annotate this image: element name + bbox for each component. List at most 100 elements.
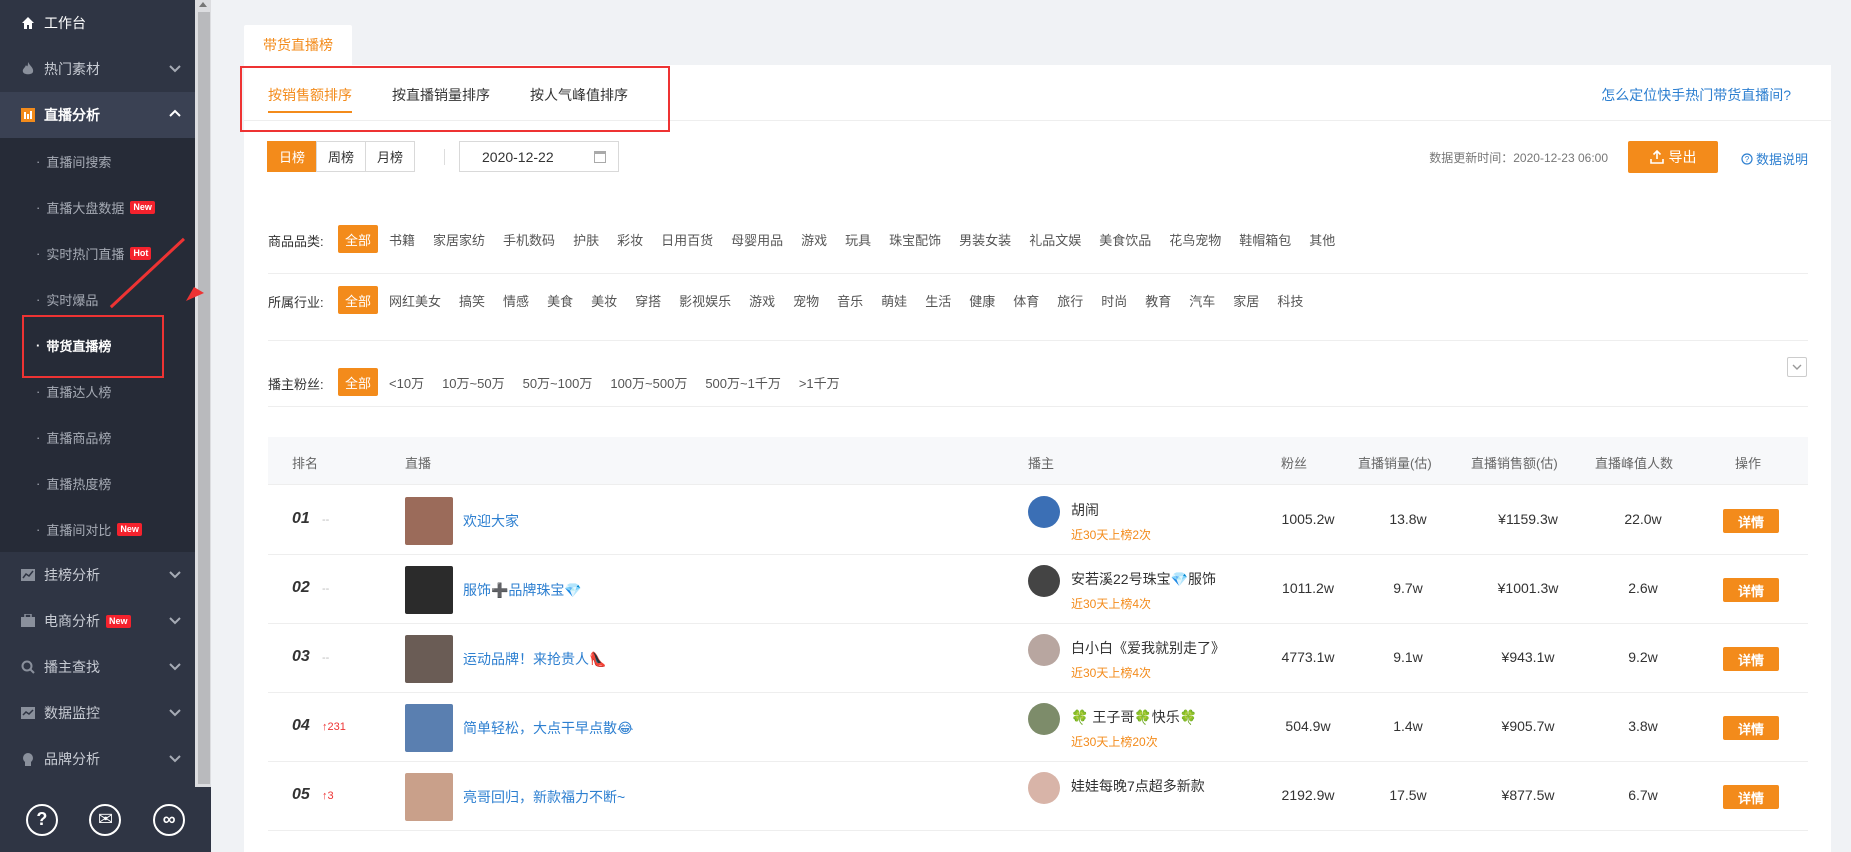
live-thumbnail[interactable] bbox=[405, 704, 453, 752]
filter-option[interactable]: >1千万 bbox=[792, 368, 847, 396]
live-thumbnail[interactable] bbox=[405, 497, 453, 545]
filter-option[interactable]: 旅行 bbox=[1050, 286, 1090, 314]
filter-option[interactable]: 其他 bbox=[1302, 225, 1342, 253]
live-title-link[interactable]: 运动品牌！来抢贵人👠 bbox=[463, 649, 606, 669]
sidebar-item-brand-analysis[interactable]: 品牌分析 bbox=[0, 736, 195, 782]
filter-option[interactable]: 网红美女 bbox=[382, 286, 448, 314]
filter-option[interactable]: 男装女装 bbox=[952, 225, 1018, 253]
filter-option[interactable]: 游戏 bbox=[742, 286, 782, 314]
tab-sales-live-rank[interactable]: 带货直播榜 bbox=[244, 25, 352, 65]
live-title-link[interactable]: 亮哥回归，新款福力不断~ bbox=[463, 787, 625, 807]
anchor-name[interactable]: 安若溪22号珠宝💎服饰 bbox=[1071, 569, 1216, 589]
filter-option[interactable]: 鞋帽箱包 bbox=[1232, 225, 1298, 253]
anchor-name[interactable]: 🍀 王子哥🍀快乐🍀 bbox=[1071, 707, 1197, 727]
filter-option[interactable]: 花鸟宠物 bbox=[1162, 225, 1228, 253]
filter-option[interactable]: 500万~1千万 bbox=[698, 368, 788, 396]
detail-button[interactable]: 详情 bbox=[1723, 578, 1779, 602]
filter-option[interactable]: 时尚 bbox=[1094, 286, 1134, 314]
export-button[interactable]: 导出 bbox=[1628, 141, 1718, 173]
filter-option[interactable]: 手机数码 bbox=[496, 225, 562, 253]
detail-button[interactable]: 详情 bbox=[1723, 716, 1779, 740]
filter-option[interactable]: 母婴用品 bbox=[724, 225, 790, 253]
link-icon[interactable]: ∞ bbox=[153, 803, 186, 836]
sidebar-item-hot-material[interactable]: 热门素材 bbox=[0, 46, 195, 92]
detail-button[interactable]: 详情 bbox=[1723, 509, 1779, 533]
sidebar-item-live-compare[interactable]: · 直播间对比 New bbox=[0, 506, 195, 552]
detail-button[interactable]: 详情 bbox=[1723, 647, 1779, 671]
sidebar-item-live-product-rank[interactable]: · 直播商品榜 bbox=[0, 414, 195, 460]
detail-button[interactable]: 详情 bbox=[1723, 785, 1779, 809]
filter-option[interactable]: <10万 bbox=[382, 368, 431, 396]
period-week-button[interactable]: 周榜 bbox=[316, 141, 367, 172]
sidebar-item-anchor-search[interactable]: 播主查找 bbox=[0, 644, 195, 690]
sidebar-item-live-heat-rank[interactable]: · 直播热度榜 bbox=[0, 460, 195, 506]
avatar[interactable] bbox=[1028, 634, 1060, 666]
filter-option[interactable]: 科技 bbox=[1270, 286, 1310, 314]
filter-option[interactable]: 彩妆 bbox=[610, 225, 650, 253]
period-selector: 日榜 周榜 月榜 bbox=[267, 141, 416, 172]
collapse-toggle[interactable] bbox=[1787, 357, 1807, 377]
filter-option[interactable]: 10万~50万 bbox=[435, 368, 512, 396]
sidebar-item-live-market[interactable]: · 直播大盘数据 New bbox=[0, 184, 195, 230]
filter-option[interactable]: 情感 bbox=[496, 286, 536, 314]
sidebar-item-ecommerce-analysis[interactable]: 电商分析 New bbox=[0, 598, 195, 644]
anchor-name[interactable]: 白小白《爱我就别走了》 bbox=[1071, 638, 1225, 658]
filter-option[interactable]: 搞笑 bbox=[452, 286, 492, 314]
period-month-button[interactable]: 月榜 bbox=[365, 141, 416, 172]
live-title-link[interactable]: 简单轻松，大点干早点散😂 bbox=[463, 718, 633, 738]
filter-option[interactable]: 全部 bbox=[338, 286, 379, 314]
filter-option[interactable]: 萌娃 bbox=[874, 286, 914, 314]
sidebar-item-data-monitor[interactable]: 数据监控 bbox=[0, 690, 195, 736]
date-picker[interactable]: 2020-12-22 bbox=[459, 141, 619, 172]
filter-option[interactable]: 美妆 bbox=[584, 286, 624, 314]
avatar[interactable] bbox=[1028, 565, 1060, 597]
sidebar-item-rank-analysis[interactable]: 挂榜分析 bbox=[0, 552, 195, 598]
filter-option[interactable]: 家居家纺 bbox=[426, 225, 492, 253]
filter-option[interactable]: 影视娱乐 bbox=[672, 286, 738, 314]
filter-option[interactable]: 护肤 bbox=[566, 225, 606, 253]
anchor-name[interactable]: 娃娃每晚7点超多新款 bbox=[1071, 776, 1205, 796]
filter-option[interactable]: 书籍 bbox=[382, 225, 422, 253]
sidebar-scrollbar-thumb[interactable] bbox=[198, 12, 210, 784]
sidebar-item-workbench[interactable]: 工作台 bbox=[0, 0, 195, 46]
avatar[interactable] bbox=[1028, 772, 1060, 804]
fire-icon bbox=[20, 61, 36, 77]
sidebar-item-live-analysis[interactable]: 直播分析 bbox=[0, 92, 195, 138]
highlight-box-sidebar bbox=[22, 315, 164, 378]
avatar[interactable] bbox=[1028, 496, 1060, 528]
data-description-link[interactable]: ? 数据说明 bbox=[1741, 149, 1808, 168]
filter-option[interactable]: 体育 bbox=[1006, 286, 1046, 314]
filter-option[interactable]: 生活 bbox=[918, 286, 958, 314]
help-icon[interactable]: ? bbox=[25, 803, 58, 836]
live-thumbnail[interactable] bbox=[405, 773, 453, 821]
wechat-icon[interactable]: ✉ bbox=[89, 803, 122, 836]
live-title-link[interactable]: 欢迎大家 bbox=[463, 511, 519, 531]
avatar[interactable] bbox=[1028, 703, 1060, 735]
filter-option[interactable]: 100万~500万 bbox=[603, 368, 694, 396]
filter-option[interactable]: 全部 bbox=[338, 368, 379, 396]
filter-option[interactable]: 珠宝配饰 bbox=[882, 225, 948, 253]
filter-option[interactable]: 教育 bbox=[1138, 286, 1178, 314]
filter-option[interactable]: 日用百货 bbox=[654, 225, 720, 253]
filter-option[interactable]: 家居 bbox=[1226, 286, 1266, 314]
filter-option[interactable]: 礼品文娱 bbox=[1022, 225, 1088, 253]
filter-option[interactable]: 美食饮品 bbox=[1092, 225, 1158, 253]
anchor-name[interactable]: 胡闹 bbox=[1071, 500, 1099, 520]
filter-option[interactable]: 宠物 bbox=[786, 286, 826, 314]
filter-option[interactable]: 美食 bbox=[540, 286, 580, 314]
filter-option[interactable]: 音乐 bbox=[830, 286, 870, 314]
filter-option[interactable]: 穿搭 bbox=[628, 286, 668, 314]
filter-option[interactable]: 健康 bbox=[962, 286, 1002, 314]
live-title-link[interactable]: 服饰➕品牌珠宝💎 bbox=[463, 580, 582, 600]
filter-option[interactable]: 玩具 bbox=[838, 225, 878, 253]
filter-option[interactable]: 50万~100万 bbox=[516, 368, 600, 396]
live-thumbnail[interactable] bbox=[405, 635, 453, 683]
sidebar-item-live-search[interactable]: · 直播间搜索 bbox=[0, 138, 195, 184]
scroll-up-arrow-icon[interactable] bbox=[199, 2, 207, 7]
period-day-button[interactable]: 日榜 bbox=[267, 141, 318, 172]
filter-option[interactable]: 全部 bbox=[338, 225, 379, 253]
live-thumbnail[interactable] bbox=[405, 566, 453, 614]
filter-option[interactable]: 汽车 bbox=[1182, 286, 1222, 314]
help-link[interactable]: 怎么定位快手热门带货直播间? bbox=[1601, 85, 1791, 105]
filter-option[interactable]: 游戏 bbox=[794, 225, 834, 253]
